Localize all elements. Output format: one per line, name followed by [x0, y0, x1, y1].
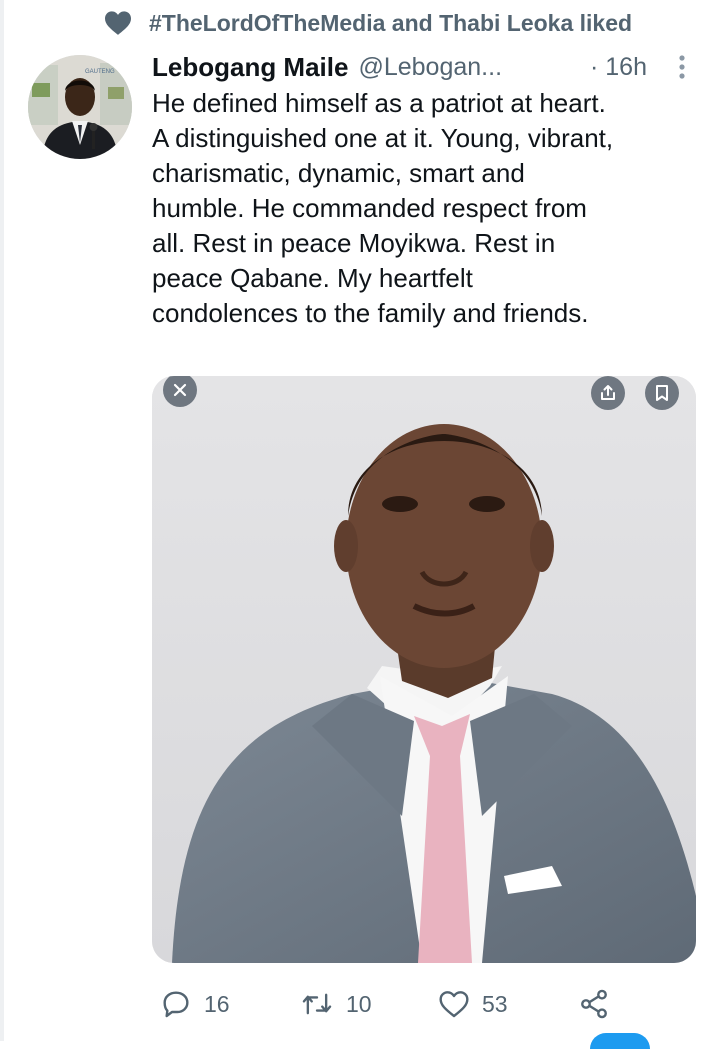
retweet-count: 10 — [346, 990, 372, 1017]
like-button[interactable]: 53 — [438, 982, 508, 1026]
reply-button[interactable]: 16 — [160, 982, 230, 1026]
tweet-text-line: peace Qabane. My heartfelt — [152, 263, 473, 293]
share-nodes-icon — [581, 989, 607, 1019]
timeline-border — [0, 0, 4, 1041]
tweet-text-line: charismatic, dynamic, smart and — [152, 158, 525, 188]
tweet-text-line: He defined himself as a patriot at heart… — [152, 88, 606, 118]
tweet-media[interactable] — [152, 376, 696, 963]
avatar[interactable]: GAUTENG — [28, 55, 132, 159]
author-handle[interactable]: @Lebogan... — [358, 53, 502, 82]
bookmark-button[interactable] — [645, 376, 679, 410]
share-button[interactable] — [578, 982, 610, 1026]
tweet-text-line: condolences to the family and friends. — [152, 298, 589, 328]
tweet-timestamp[interactable]: · 16h — [590, 53, 647, 82]
retweet-icon — [302, 993, 332, 1015]
more-options-icon[interactable] — [675, 52, 689, 82]
portrait-photo — [152, 376, 696, 963]
tweet-text-line: humble. He commanded respect from — [152, 193, 587, 223]
social-context-text: #TheLordOfTheMedia and Thabi Leoka liked — [149, 9, 633, 36]
retweet-button[interactable]: 10 — [300, 982, 372, 1026]
heart-icon — [103, 9, 133, 37]
bookmark-icon — [656, 385, 668, 401]
like-icon — [439, 991, 469, 1018]
compose-button[interactable] — [590, 1033, 650, 1049]
like-count: 53 — [482, 990, 508, 1017]
avatar-banner-text: GAUTENG — [85, 69, 115, 75]
author-name[interactable]: Lebogang Maile — [152, 52, 348, 83]
tweet-text: He defined himself as a patriot at heart… — [152, 86, 712, 331]
tweet-actions: 16 10 53 — [152, 982, 712, 1026]
share-media-button[interactable] — [591, 376, 625, 410]
social-context[interactable]: #TheLordOfTheMedia and Thabi Leoka liked — [103, 6, 632, 40]
tweet-text-line: all. Rest in peace Moyikwa. Rest in — [152, 228, 556, 258]
tweet-header: Lebogang Maile @Lebogan... · 16h — [152, 48, 712, 86]
reply-icon — [163, 991, 189, 1018]
tweet-text-line: A distinguished one at it. Young, vibran… — [152, 123, 614, 153]
reply-count: 16 — [204, 990, 230, 1017]
close-icon — [173, 383, 187, 397]
share-icon — [601, 385, 615, 400]
